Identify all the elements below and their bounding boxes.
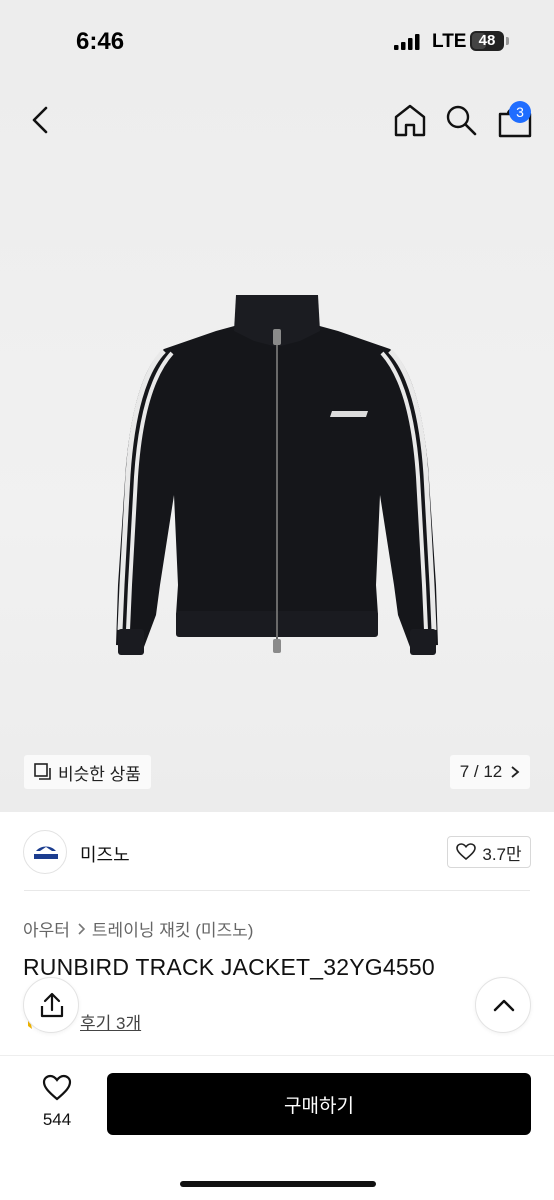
image-counter-button[interactable]: 7 / 12: [450, 755, 530, 789]
similar-products-button[interactable]: 비슷한 상품: [24, 755, 151, 789]
brand-logo-mark: [34, 846, 58, 859]
chevron-right-icon: [78, 922, 86, 935]
home-indicator: [180, 1181, 376, 1187]
status-time: 6:46: [76, 28, 125, 55]
heart-icon: [456, 843, 477, 861]
product-image: [116, 295, 438, 655]
battery-tip: [506, 37, 509, 45]
battery-percent: 48: [478, 32, 496, 49]
back-icon[interactable]: [26, 102, 56, 138]
divider: [24, 890, 530, 891]
image-counter: 7 / 12: [459, 762, 503, 781]
brand-name[interactable]: 미즈노: [80, 841, 130, 867]
product-title: RUNBIRD TRACK JACKET_32YG4550: [23, 954, 435, 980]
share-button[interactable]: [23, 977, 79, 1033]
home-icon[interactable]: [392, 102, 428, 138]
brand-like-count: 3.7만: [482, 844, 522, 864]
chevron-up-icon: [493, 999, 515, 1012]
breadcrumb-subcategory[interactable]: 트레이닝 재킷 (미즈노): [92, 916, 254, 941]
heart-icon: [42, 1074, 72, 1101]
signal-icon: [394, 34, 420, 50]
breadcrumb: 아우터 트레이닝 재킷 (미즈노): [23, 916, 253, 941]
battery-icon: 48: [470, 31, 504, 51]
chevron-right-icon: [511, 766, 520, 778]
share-icon: [40, 992, 64, 1018]
similar-products-label: 비슷한 상품: [58, 764, 141, 784]
buy-button[interactable]: 구매하기: [107, 1073, 531, 1135]
wishlist-count: 544: [42, 1110, 72, 1129]
similar-products-icon: [34, 763, 51, 780]
scroll-top-button[interactable]: [475, 977, 531, 1033]
cart-count-badge: 3: [509, 101, 531, 123]
wishlist-button[interactable]: 544: [30, 1074, 84, 1134]
network-label: LTE: [432, 31, 467, 52]
breadcrumb-category[interactable]: 아우터: [23, 916, 70, 941]
status-bar: 6:46 LTE 48: [0, 0, 554, 80]
search-icon[interactable]: [444, 102, 478, 138]
review-count-link[interactable]: 후기 3개: [80, 1009, 141, 1034]
brand-like-button[interactable]: 3.7만: [447, 836, 531, 868]
brand-logo[interactable]: [23, 830, 67, 874]
